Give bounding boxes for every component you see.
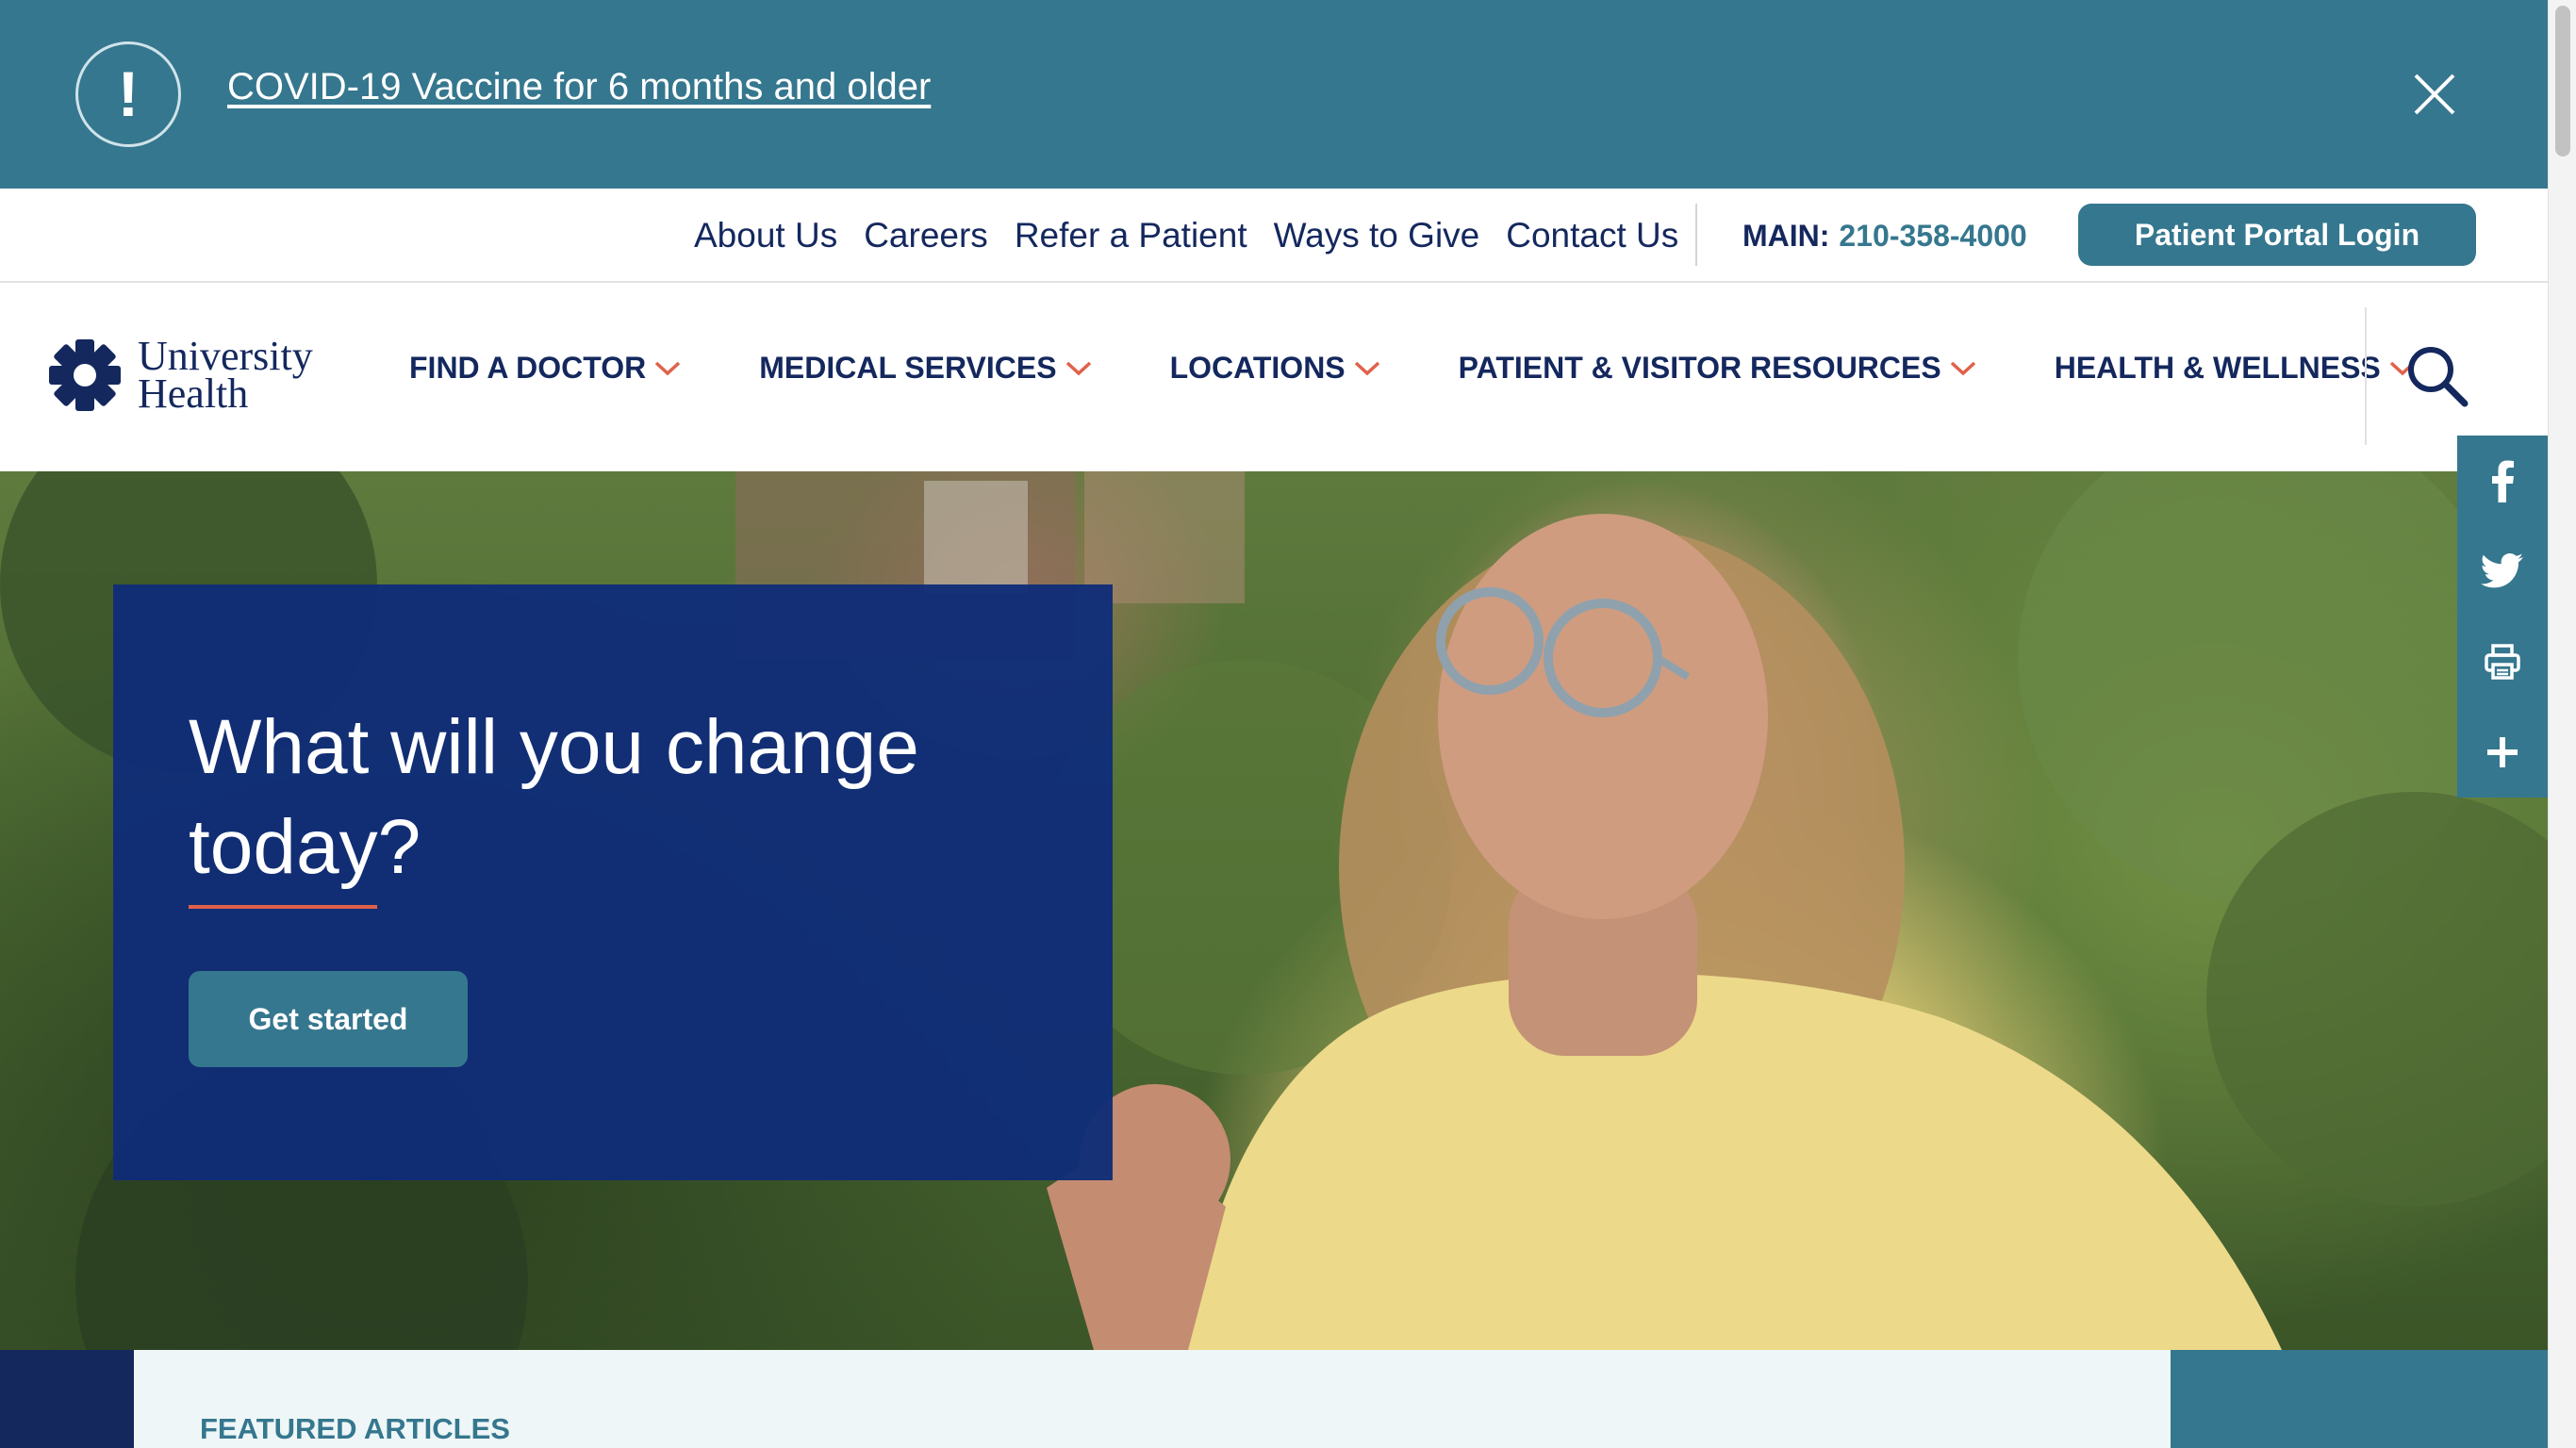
nav-label: FIND A DOCTOR bbox=[409, 350, 647, 385]
nav-label: MEDICAL SERVICES bbox=[759, 350, 1057, 385]
twitter-icon[interactable] bbox=[2457, 526, 2548, 617]
patient-portal-login-button[interactable]: Patient Portal Login bbox=[2078, 204, 2476, 266]
utility-divider bbox=[1695, 204, 1697, 266]
ways-to-give-link[interactable]: Ways to Give bbox=[1274, 216, 1480, 255]
covid-vaccine-link[interactable]: COVID-19 Vaccine for 6 months and older bbox=[227, 66, 931, 108]
featured-right-block bbox=[2171, 1350, 2548, 1448]
nav-label: LOCATIONS bbox=[1169, 350, 1346, 385]
nav-divider bbox=[2365, 307, 2367, 445]
utility-links: About Us Careers Refer a Patient Ways to… bbox=[694, 189, 1678, 283]
about-us-link[interactable]: About Us bbox=[694, 216, 837, 255]
alert-exclamation-icon: ! bbox=[75, 41, 181, 147]
featured-articles-section: FEATURED ARTICLES bbox=[134, 1350, 2171, 1448]
hero-card: What will you change today? Get started bbox=[113, 584, 1113, 1180]
alert-banner: ! COVID-19 Vaccine for 6 months and olde… bbox=[0, 0, 2548, 189]
logo-line1: University bbox=[138, 333, 313, 379]
page-scrollbar[interactable] bbox=[2548, 0, 2576, 1448]
main-phone: MAIN: 210-358-4000 bbox=[1742, 189, 2027, 283]
search-icon[interactable] bbox=[2404, 343, 2470, 409]
logo-wordmark: University Health bbox=[138, 333, 313, 417]
chevron-down-icon bbox=[1065, 361, 1091, 376]
main-nav: University Health FIND A DOCTOR MEDICAL … bbox=[0, 283, 2548, 471]
nav-label: PATIENT & VISITOR RESOURCES bbox=[1458, 350, 1941, 385]
logo-star-icon bbox=[49, 339, 121, 411]
nav-patient-visitor-resources[interactable]: PATIENT & VISITOR RESOURCES bbox=[1459, 351, 1977, 386]
hero-title: What will you change today? bbox=[189, 704, 919, 890]
scrollbar-thumb[interactable] bbox=[2555, 6, 2570, 156]
nav-medical-services[interactable]: MEDICAL SERVICES bbox=[759, 351, 1092, 386]
social-share-rail bbox=[2457, 436, 2548, 798]
nav-label: HEALTH & WELLNESS bbox=[2054, 350, 2381, 385]
print-icon[interactable] bbox=[2457, 617, 2548, 707]
chevron-down-icon bbox=[655, 361, 681, 376]
main-phone-number[interactable]: 210-358-4000 bbox=[1839, 219, 2026, 254]
logo-line2: Health bbox=[138, 370, 249, 417]
careers-link[interactable]: Careers bbox=[864, 216, 988, 255]
primary-nav-items: FIND A DOCTOR MEDICAL SERVICES LOCATIONS… bbox=[409, 283, 2417, 452]
nav-find-a-doctor[interactable]: FIND A DOCTOR bbox=[409, 351, 682, 386]
contact-us-link[interactable]: Contact Us bbox=[1506, 216, 1678, 255]
plus-icon[interactable] bbox=[2457, 707, 2548, 798]
nav-locations[interactable]: LOCATIONS bbox=[1170, 351, 1381, 386]
facebook-icon[interactable] bbox=[2457, 436, 2548, 526]
get-started-button[interactable]: Get started bbox=[189, 971, 468, 1067]
chevron-down-icon bbox=[1354, 361, 1379, 376]
hero-title-underline bbox=[189, 905, 377, 909]
university-health-logo[interactable]: University Health bbox=[47, 333, 313, 417]
featured-left-block bbox=[0, 1350, 134, 1448]
featured-articles-heading: FEATURED ARTICLES bbox=[200, 1412, 510, 1445]
main-phone-label: MAIN: bbox=[1742, 218, 1830, 253]
nav-health-wellness[interactable]: HEALTH & WELLNESS bbox=[2055, 351, 2417, 386]
hero-section: What will you change today? Get started bbox=[0, 471, 2548, 1350]
refer-patient-link[interactable]: Refer a Patient bbox=[1015, 216, 1247, 255]
chevron-down-icon bbox=[1950, 361, 1975, 376]
alert-icon-glyph: ! bbox=[117, 58, 140, 130]
close-icon[interactable] bbox=[2408, 68, 2461, 121]
